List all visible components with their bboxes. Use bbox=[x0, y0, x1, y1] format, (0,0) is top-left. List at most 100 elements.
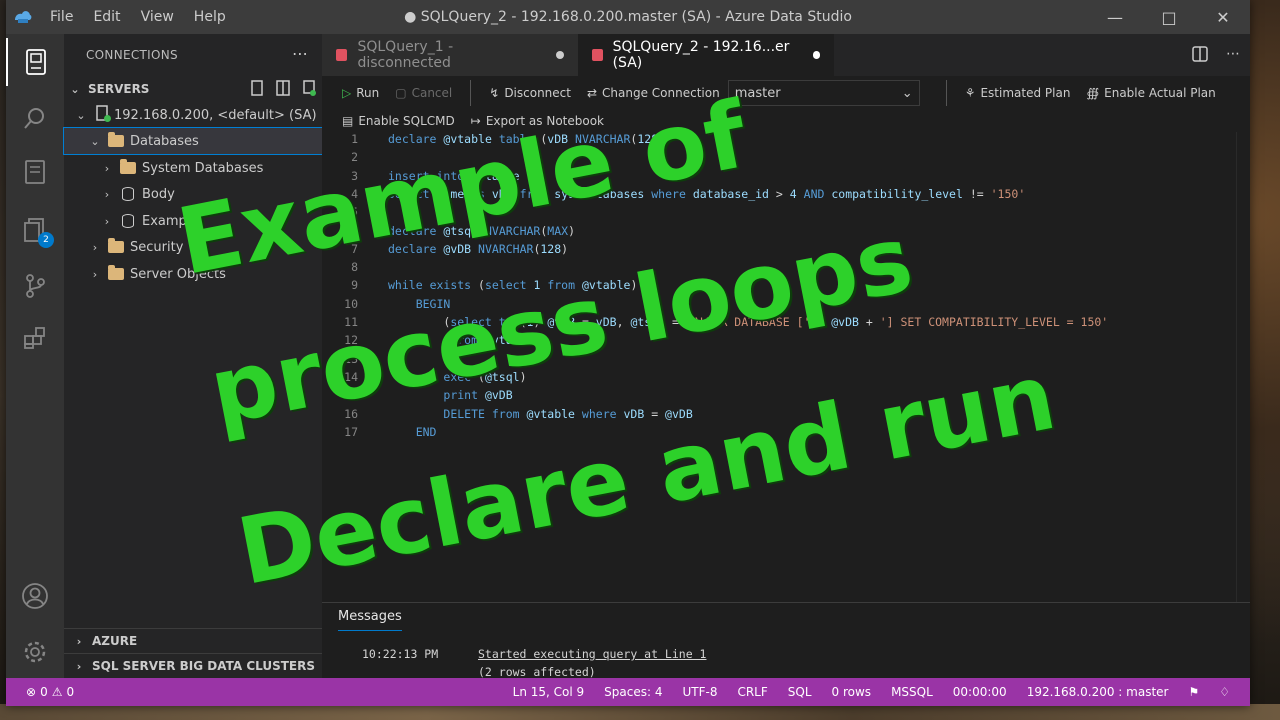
line-number: 12 bbox=[344, 333, 358, 348]
enable-actual-plan-button[interactable]: ∰ Enable Actual Plan bbox=[1078, 86, 1223, 100]
row-count: 0 rows bbox=[831, 685, 872, 699]
tree-item-server[interactable]: ⌄ 192.168.0.200, <default> (SA) bbox=[64, 102, 322, 128]
unsaved-dot-icon[interactable] bbox=[812, 51, 820, 59]
new-connection-icon[interactable] bbox=[250, 79, 264, 99]
tree-item-databases[interactable]: ⌄ Databases bbox=[63, 127, 323, 155]
tree-item-security[interactable]: › Security bbox=[64, 234, 322, 260]
section-label: SQL SERVER BIG DATA CLUSTERS bbox=[92, 659, 316, 673]
notifications-bell-icon[interactable]: ♢ bbox=[1209, 685, 1240, 699]
section-azure[interactable]: › AZURE bbox=[64, 628, 322, 653]
notebook-icon[interactable] bbox=[6, 148, 64, 196]
message-link[interactable]: Started executing query at Line 1 bbox=[478, 647, 706, 661]
code-line[interactable]: 2 bbox=[322, 150, 1250, 168]
menu-file[interactable]: File bbox=[40, 0, 83, 34]
tab-actions: ⋯ bbox=[1192, 46, 1240, 66]
code-text: while exists (select 1 from @vtable) bbox=[388, 278, 638, 293]
code-line[interactable]: 15 print @vDB bbox=[322, 388, 1250, 406]
account-icon[interactable] bbox=[6, 572, 64, 620]
code-line[interactable]: 7 declare @vDB NVARCHAR(128) bbox=[322, 242, 1250, 260]
activity-bar: 2 bbox=[6, 34, 64, 678]
menu-help[interactable]: Help bbox=[184, 0, 236, 34]
tab-sqlquery-1[interactable]: SQLQuery_1 - disconnected bbox=[322, 34, 578, 76]
database-icon bbox=[122, 214, 134, 228]
language-mode[interactable]: SQL bbox=[778, 685, 822, 699]
line-endings[interactable]: CRLF bbox=[727, 685, 777, 699]
tab-messages[interactable]: Messages bbox=[338, 609, 402, 631]
code-line[interactable]: 13 bbox=[322, 352, 1250, 370]
enable-sqlcmd-button[interactable]: ▤ Enable SQLCMD bbox=[322, 114, 463, 128]
run-button[interactable]: ▷ Run bbox=[322, 86, 387, 100]
disconnect-button[interactable]: ↯ Disconnect bbox=[481, 86, 579, 100]
encoding[interactable]: UTF-8 bbox=[672, 685, 727, 699]
feedback-icon[interactable]: ⚑ bbox=[1178, 685, 1209, 699]
cursor-position[interactable]: Ln 15, Col 9 bbox=[503, 685, 595, 699]
menu-bar: File Edit View Help bbox=[40, 0, 236, 34]
code-line[interactable]: 8 bbox=[322, 260, 1250, 278]
maximize-icon[interactable]: □ bbox=[1142, 0, 1196, 34]
unsaved-dot-icon[interactable] bbox=[556, 51, 564, 59]
explorer-icon[interactable]: 2 bbox=[6, 206, 64, 254]
section-big-data-clusters[interactable]: › SQL SERVER BIG DATA CLUSTERS bbox=[64, 653, 322, 678]
code-line[interactable]: 17 END bbox=[322, 425, 1250, 443]
warning-count: 0 bbox=[66, 685, 75, 699]
problems-indicator[interactable]: ⊗ 0 ⚠ 0 bbox=[6, 685, 74, 699]
change-connection-label: Change Connection bbox=[602, 86, 720, 100]
code-line[interactable]: 6 declare @tsql NVARCHAR(MAX) bbox=[322, 224, 1250, 242]
code-line[interactable]: 11 (select top(1) @vDB = vDB, @tsql = 'A… bbox=[322, 315, 1250, 333]
new-server-group-icon[interactable] bbox=[276, 79, 290, 99]
database-select-value: master bbox=[734, 85, 781, 101]
more-actions-icon[interactable]: ⋯ bbox=[292, 44, 308, 63]
results-panel: Messages 10:22:13 PM Started executing q… bbox=[322, 602, 1250, 679]
code-line[interactable]: 9 while exists (select 1 from @vtable) bbox=[322, 278, 1250, 296]
code-line[interactable]: 1 declare @vtable table (vDB NVARCHAR(128… bbox=[322, 132, 1250, 150]
more-actions-icon[interactable]: ⋯ bbox=[1226, 46, 1240, 66]
cancel-button[interactable]: ▢ Cancel bbox=[387, 86, 460, 100]
tab-label: SQLQuery_1 - disconnected bbox=[357, 39, 454, 71]
change-connection-button[interactable]: ⇄ Change Connection bbox=[579, 86, 728, 100]
chevron-right-icon: › bbox=[92, 240, 98, 254]
code-line[interactable]: 4 select name as vDB from sys.databases w… bbox=[322, 187, 1250, 205]
estimated-plan-button[interactable]: ⚘ Estimated Plan bbox=[957, 86, 1079, 100]
servers-section-header[interactable]: ⌄ SERVERS bbox=[64, 76, 322, 102]
provider[interactable]: MSSQL bbox=[881, 685, 943, 699]
settings-gear-icon[interactable] bbox=[6, 628, 64, 676]
code-line[interactable]: 5 bbox=[322, 205, 1250, 223]
database-select[interactable]: master ⌄ bbox=[727, 80, 920, 106]
code-line[interactable]: 3 insert into @vtable bbox=[322, 169, 1250, 187]
line-number: 15 bbox=[344, 388, 358, 403]
tree-item-database-example[interactable]: › Example bbox=[64, 208, 322, 234]
connection-info[interactable]: 192.168.0.200 : master bbox=[1017, 685, 1179, 699]
toolbar-divider bbox=[470, 80, 472, 106]
export-notebook-button[interactable]: ↦ Export as Notebook bbox=[463, 114, 612, 128]
extensions-icon[interactable] bbox=[6, 314, 64, 362]
tree-item-label: Example bbox=[142, 213, 199, 229]
minimize-icon[interactable]: — bbox=[1088, 0, 1142, 34]
tab-sqlquery-2[interactable]: SQLQuery_2 - 192.16...er (SA) bbox=[578, 34, 834, 76]
active-connections-icon[interactable] bbox=[302, 79, 316, 99]
code-line[interactable]: 16 DELETE from @vtable where vDB = @vDB bbox=[322, 407, 1250, 425]
code-line[interactable]: 10 BEGIN bbox=[322, 297, 1250, 315]
line-number: 4 bbox=[351, 186, 358, 201]
connections-icon[interactable] bbox=[6, 38, 64, 86]
split-editor-icon[interactable] bbox=[1192, 46, 1208, 66]
close-icon[interactable]: ✕ bbox=[1196, 0, 1250, 34]
code-line[interactable]: 12 from @vtable) bbox=[322, 333, 1250, 351]
indentation[interactable]: Spaces: 4 bbox=[594, 685, 672, 699]
tree-item-server-objects[interactable]: › Server Objects bbox=[64, 261, 322, 287]
tree-item-system-databases[interactable]: › System Databases bbox=[64, 155, 322, 181]
source-control-icon[interactable] bbox=[6, 262, 64, 310]
code-text: declare @vtable table (vDB NVARCHAR(128)… bbox=[388, 132, 672, 146]
menu-edit[interactable]: Edit bbox=[83, 0, 130, 34]
connections-sidebar: CONNECTIONS ⋯ ⌄ SERVERS ⌄ 192.168.0.200,… bbox=[63, 34, 323, 678]
tree-item-database-body[interactable]: › Body bbox=[64, 181, 322, 207]
search-icon[interactable] bbox=[6, 94, 64, 142]
tree-item-label: 192.168.0.200, <default> (SA) bbox=[114, 107, 317, 123]
code-line[interactable]: 14 exec (@tsql) bbox=[322, 370, 1250, 388]
elapsed-time: 00:00:00 bbox=[952, 685, 1007, 699]
chevron-right-icon: › bbox=[76, 659, 82, 673]
tree-item-label: Databases bbox=[130, 133, 199, 149]
sidebar-header: CONNECTIONS bbox=[86, 48, 178, 62]
code-editor[interactable]: 1 declare @vtable table (vDB NVARCHAR(128… bbox=[322, 132, 1250, 602]
menu-view[interactable]: View bbox=[131, 0, 184, 34]
editor-scrollbar[interactable] bbox=[1236, 132, 1250, 602]
